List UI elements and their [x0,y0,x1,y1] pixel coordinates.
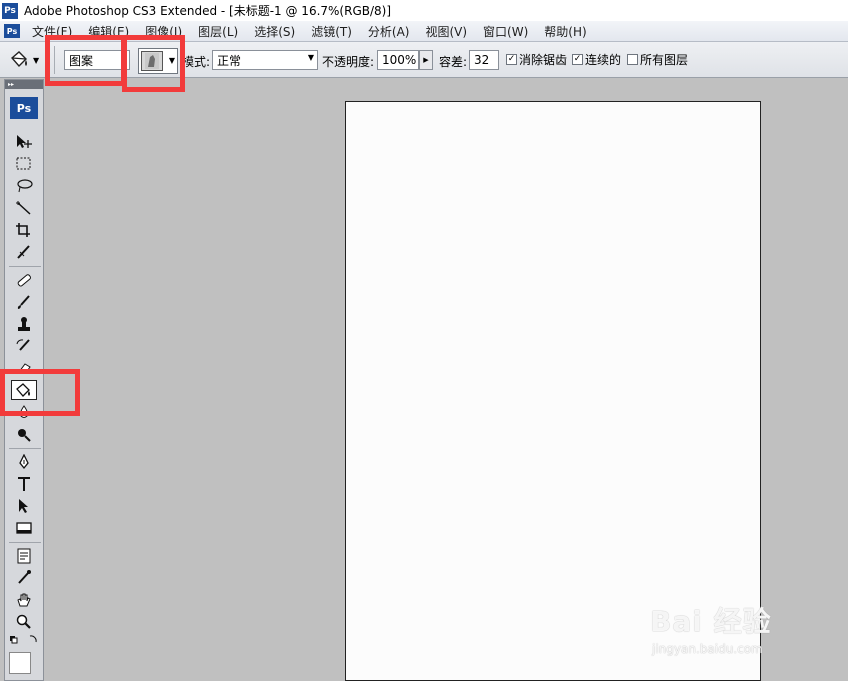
menu-layer[interactable]: 图层(L) [190,23,246,40]
lasso-icon [17,179,33,193]
mode-select[interactable]: 正常 ▼ [212,50,318,70]
tolerance-value: 32 [474,53,490,67]
crop-icon [16,223,30,237]
opacity-field[interactable]: 100% [377,50,419,70]
dodge-icon [18,429,31,442]
path-selection-tool[interactable] [11,496,37,516]
watermark: Bai 经验 jingyan.baidu.com [650,600,772,656]
foreground-color-swatch[interactable] [9,652,31,674]
pen-tool[interactable] [11,452,37,472]
paint-bucket-icon [11,51,27,68]
slice-tool[interactable] [11,242,37,262]
blur-tool[interactable] [11,402,37,422]
paint-bucket-icon [16,383,30,397]
marquee-icon [16,157,31,170]
stamp-icon [18,317,30,331]
magic-wand-tool[interactable] [11,198,37,218]
eyedropper-icon [18,570,31,584]
brush-icon [17,295,30,309]
type-tool[interactable] [11,474,37,494]
menu-edit[interactable]: 编辑(E) [80,23,137,40]
tolerance-label: 容差: [439,55,468,69]
brush-tool[interactable] [11,292,37,312]
tolerance-field[interactable]: 32 [469,50,499,70]
eraser-icon [18,363,31,374]
hand-icon [17,593,31,607]
clone-stamp-tool[interactable] [11,314,37,334]
crop-tool[interactable] [11,220,37,240]
chevron-down-icon: ▼ [307,53,314,62]
lasso-tool[interactable] [11,176,37,196]
app-icon: Ps [2,2,18,19]
note-icon [17,548,31,564]
fill-source-value: 图案 [69,53,94,68]
menu-filter[interactable]: 滤镜(T) [303,23,360,40]
chevron-down-icon: ▼ [33,55,40,65]
bandage-icon [17,274,31,287]
watermark-url: jingyan.baidu.com [652,642,763,656]
opacity-value: 100% [382,53,417,67]
divider [9,266,41,267]
drop-icon [19,405,29,418]
slice-icon [17,245,30,259]
opacity-label: 不透明度: [322,55,375,69]
fill-source-select[interactable]: 图案 [64,50,130,70]
toolbox-collapse-handle[interactable]: ▸▸ [5,80,43,89]
default-colors-toggle[interactable] [7,632,41,648]
swap-colors-icon [10,635,37,644]
toolbox: ▸▸ Ps [4,79,44,681]
divider [9,542,41,543]
title-bar: Ps Adobe Photoshop CS3 Extended - [未标题-1… [0,0,848,21]
arrow-icon [19,499,28,513]
zoom-icon [16,614,31,629]
toolbox-logo[interactable]: Ps [10,97,38,119]
contiguous-label: 连续的 [585,53,622,67]
menu-image[interactable]: 图像(I) [137,23,190,40]
pattern-image-icon [145,53,159,69]
chevron-down-icon: ▼ [168,56,175,65]
rectangle-icon [16,522,32,534]
pattern-thumbnail [141,51,163,71]
menu-view[interactable]: 视图(V) [417,23,475,40]
menu-bar: Ps 文件(F) 编辑(E) 图像(I) 图层(L) 选择(S) 滤镜(T) 分… [0,21,848,42]
menu-window[interactable]: 窗口(W) [475,23,536,40]
all-layers-label: 所有图层 [640,53,689,67]
type-icon [18,477,30,491]
paint-bucket-tool[interactable] [11,380,37,400]
pen-icon [19,454,29,470]
eraser-tool[interactable] [11,358,37,378]
dodge-tool[interactable] [11,424,37,444]
contiguous-checkbox[interactable]: ✓ [572,54,583,65]
watermark-logo-text: Bai 经验 [650,605,772,638]
history-brush-icon [16,339,30,351]
opacity-slider-button[interactable]: ▶ [419,50,433,70]
move-icon [17,135,32,148]
notes-tool[interactable] [11,546,37,566]
menu-file[interactable]: 文件(F) [24,23,80,40]
menu-select[interactable]: 选择(S) [246,23,303,40]
move-tool[interactable] [11,132,37,152]
divider [54,46,55,74]
zoom-tool[interactable] [11,612,37,632]
divider [9,448,41,449]
history-brush-tool[interactable] [11,336,37,356]
menu-app-icon[interactable]: Ps [4,24,20,38]
eyedropper-tool[interactable] [11,568,37,588]
tool-preset-picker[interactable]: ▼ [8,47,48,73]
pattern-picker[interactable]: ▼ [138,48,178,74]
menu-analysis[interactable]: 分析(A) [360,23,418,40]
mode-value: 正常 [217,53,242,68]
marquee-tool[interactable] [11,154,37,174]
menu-help[interactable]: 帮助(H) [536,23,594,40]
window-title: Adobe Photoshop CS3 Extended - [未标题-1 @ … [24,4,392,18]
magic-wand-icon [16,201,31,215]
healing-brush-tool[interactable] [11,270,37,290]
antialias-checkbox[interactable]: ✓ [506,54,517,65]
document-canvas[interactable] [345,101,761,681]
antialias-label: 消除锯齿 [519,53,568,67]
all-layers-checkbox[interactable] [627,54,638,65]
hand-tool[interactable] [11,590,37,610]
shape-tool[interactable] [11,518,37,538]
mode-label: 模式: [182,55,211,69]
